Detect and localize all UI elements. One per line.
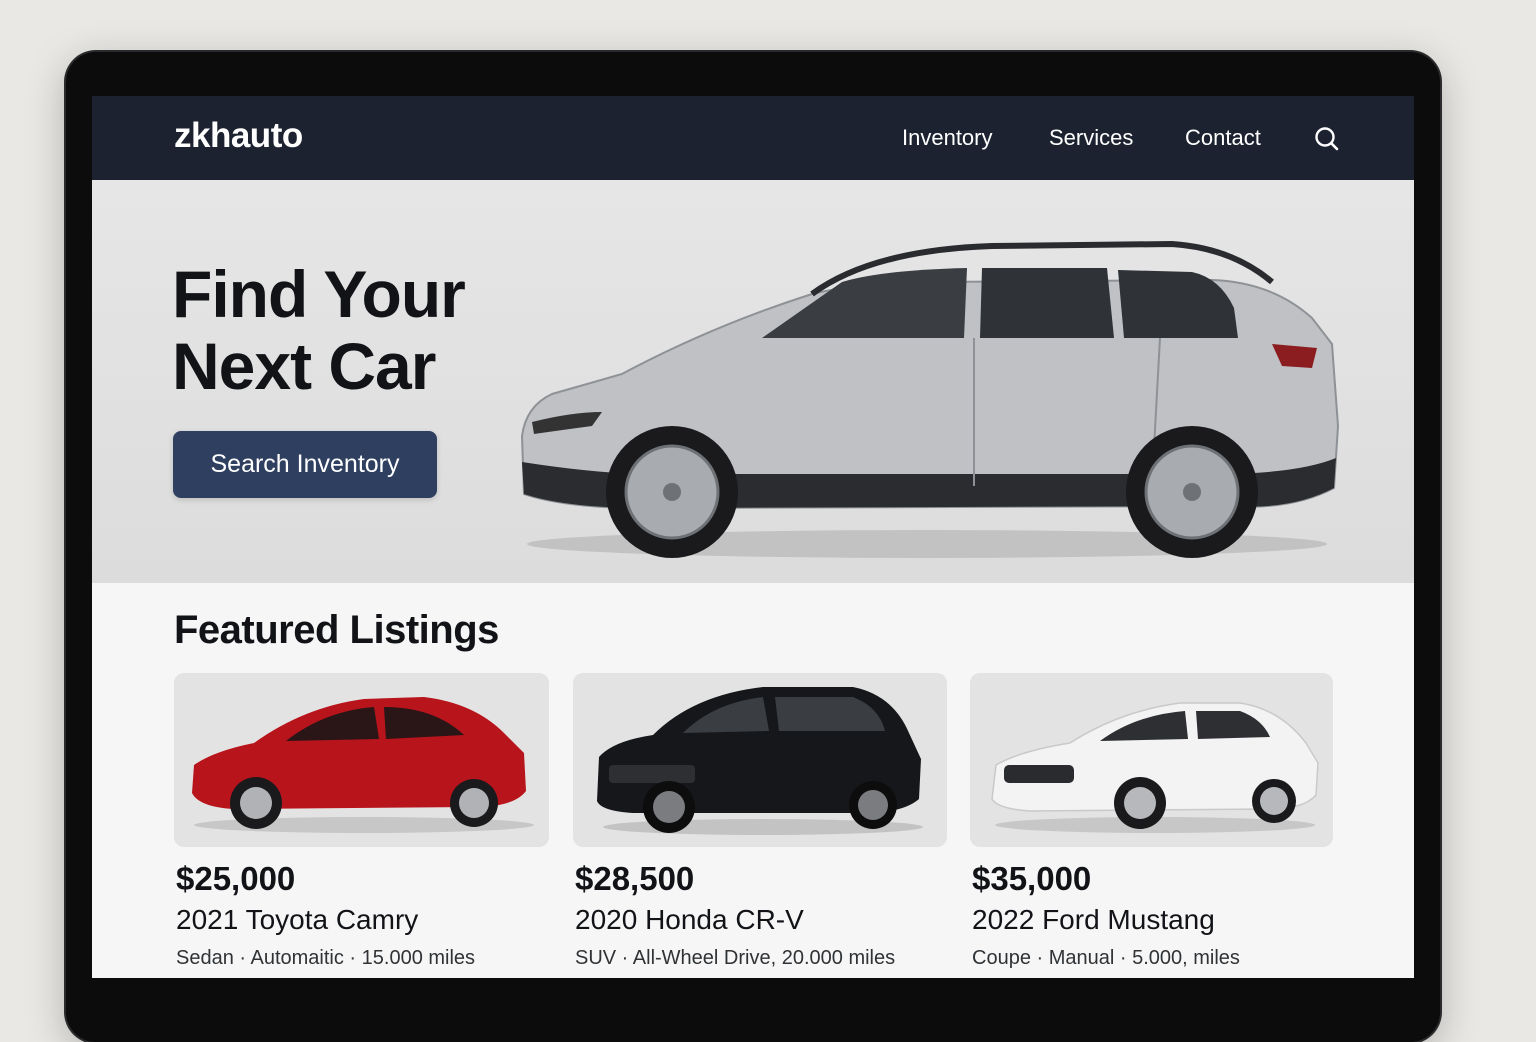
search-icon (1315, 127, 1339, 151)
listing-image[interactable] (174, 673, 549, 847)
red-sedan-image (192, 697, 534, 833)
listing-specs: Coupe · Manual · 5.000, miles (972, 947, 1240, 969)
navbar: zkhauto Inventory Services Contact (92, 96, 1414, 180)
white-coupe-image (991, 702, 1319, 833)
listing-price: $25,000 (176, 860, 296, 897)
browser-screen: zkhauto Inventory Services Contact Find … (92, 96, 1414, 978)
featured-listings-title: Featured Listings (174, 608, 499, 652)
listing-specs: SUV · All-Wheel Drive, 20.000 miles (575, 947, 896, 969)
listing-card-mustang[interactable]: $35,000 2022 Ford Mustang Coupe · Manual… (970, 673, 1333, 971)
search-button[interactable] (1312, 124, 1342, 154)
listing-card-camry[interactable]: $25,000 2021 Toyota Camry Sedan · Automa… (174, 673, 549, 971)
search-inventory-button[interactable]: Search Inventory (173, 431, 437, 498)
listing-name[interactable]: 2022 Ford Mustang (972, 903, 1333, 937)
listing-card-crv[interactable]: $28,500 2020 Honda CR-V SUV · All-Wheel … (573, 673, 947, 971)
listing-image[interactable] (573, 673, 947, 847)
listing-price: $35,000 (972, 860, 1092, 897)
hero-suv-image (520, 240, 1340, 558)
hero-title-line-2: Next Car (172, 329, 436, 403)
black-suv-image (597, 687, 923, 835)
listing-specs: Sedan · Automaitic · 15.000 miles (176, 947, 476, 969)
listing-price: $28,500 (575, 860, 695, 897)
nav-link-contact[interactable]: Contact (1185, 125, 1261, 151)
hero-title: Find Your Next Car (172, 258, 532, 402)
listing-name[interactable]: 2020 Honda CR-V (575, 903, 947, 937)
listing-image[interactable] (970, 673, 1333, 847)
rear-wheel (1126, 426, 1258, 558)
nav-link-services[interactable]: Services (1049, 125, 1133, 151)
brand-logo[interactable]: zkhauto (174, 116, 303, 156)
front-wheel (606, 426, 738, 558)
nav-link-inventory[interactable]: Inventory (902, 125, 993, 151)
hero-title-line-1: Find Your (172, 257, 466, 331)
hero-banner: Find Your Next Car Search Inventory (92, 180, 1414, 583)
listing-name[interactable]: 2021 Toyota Camry (176, 903, 549, 937)
